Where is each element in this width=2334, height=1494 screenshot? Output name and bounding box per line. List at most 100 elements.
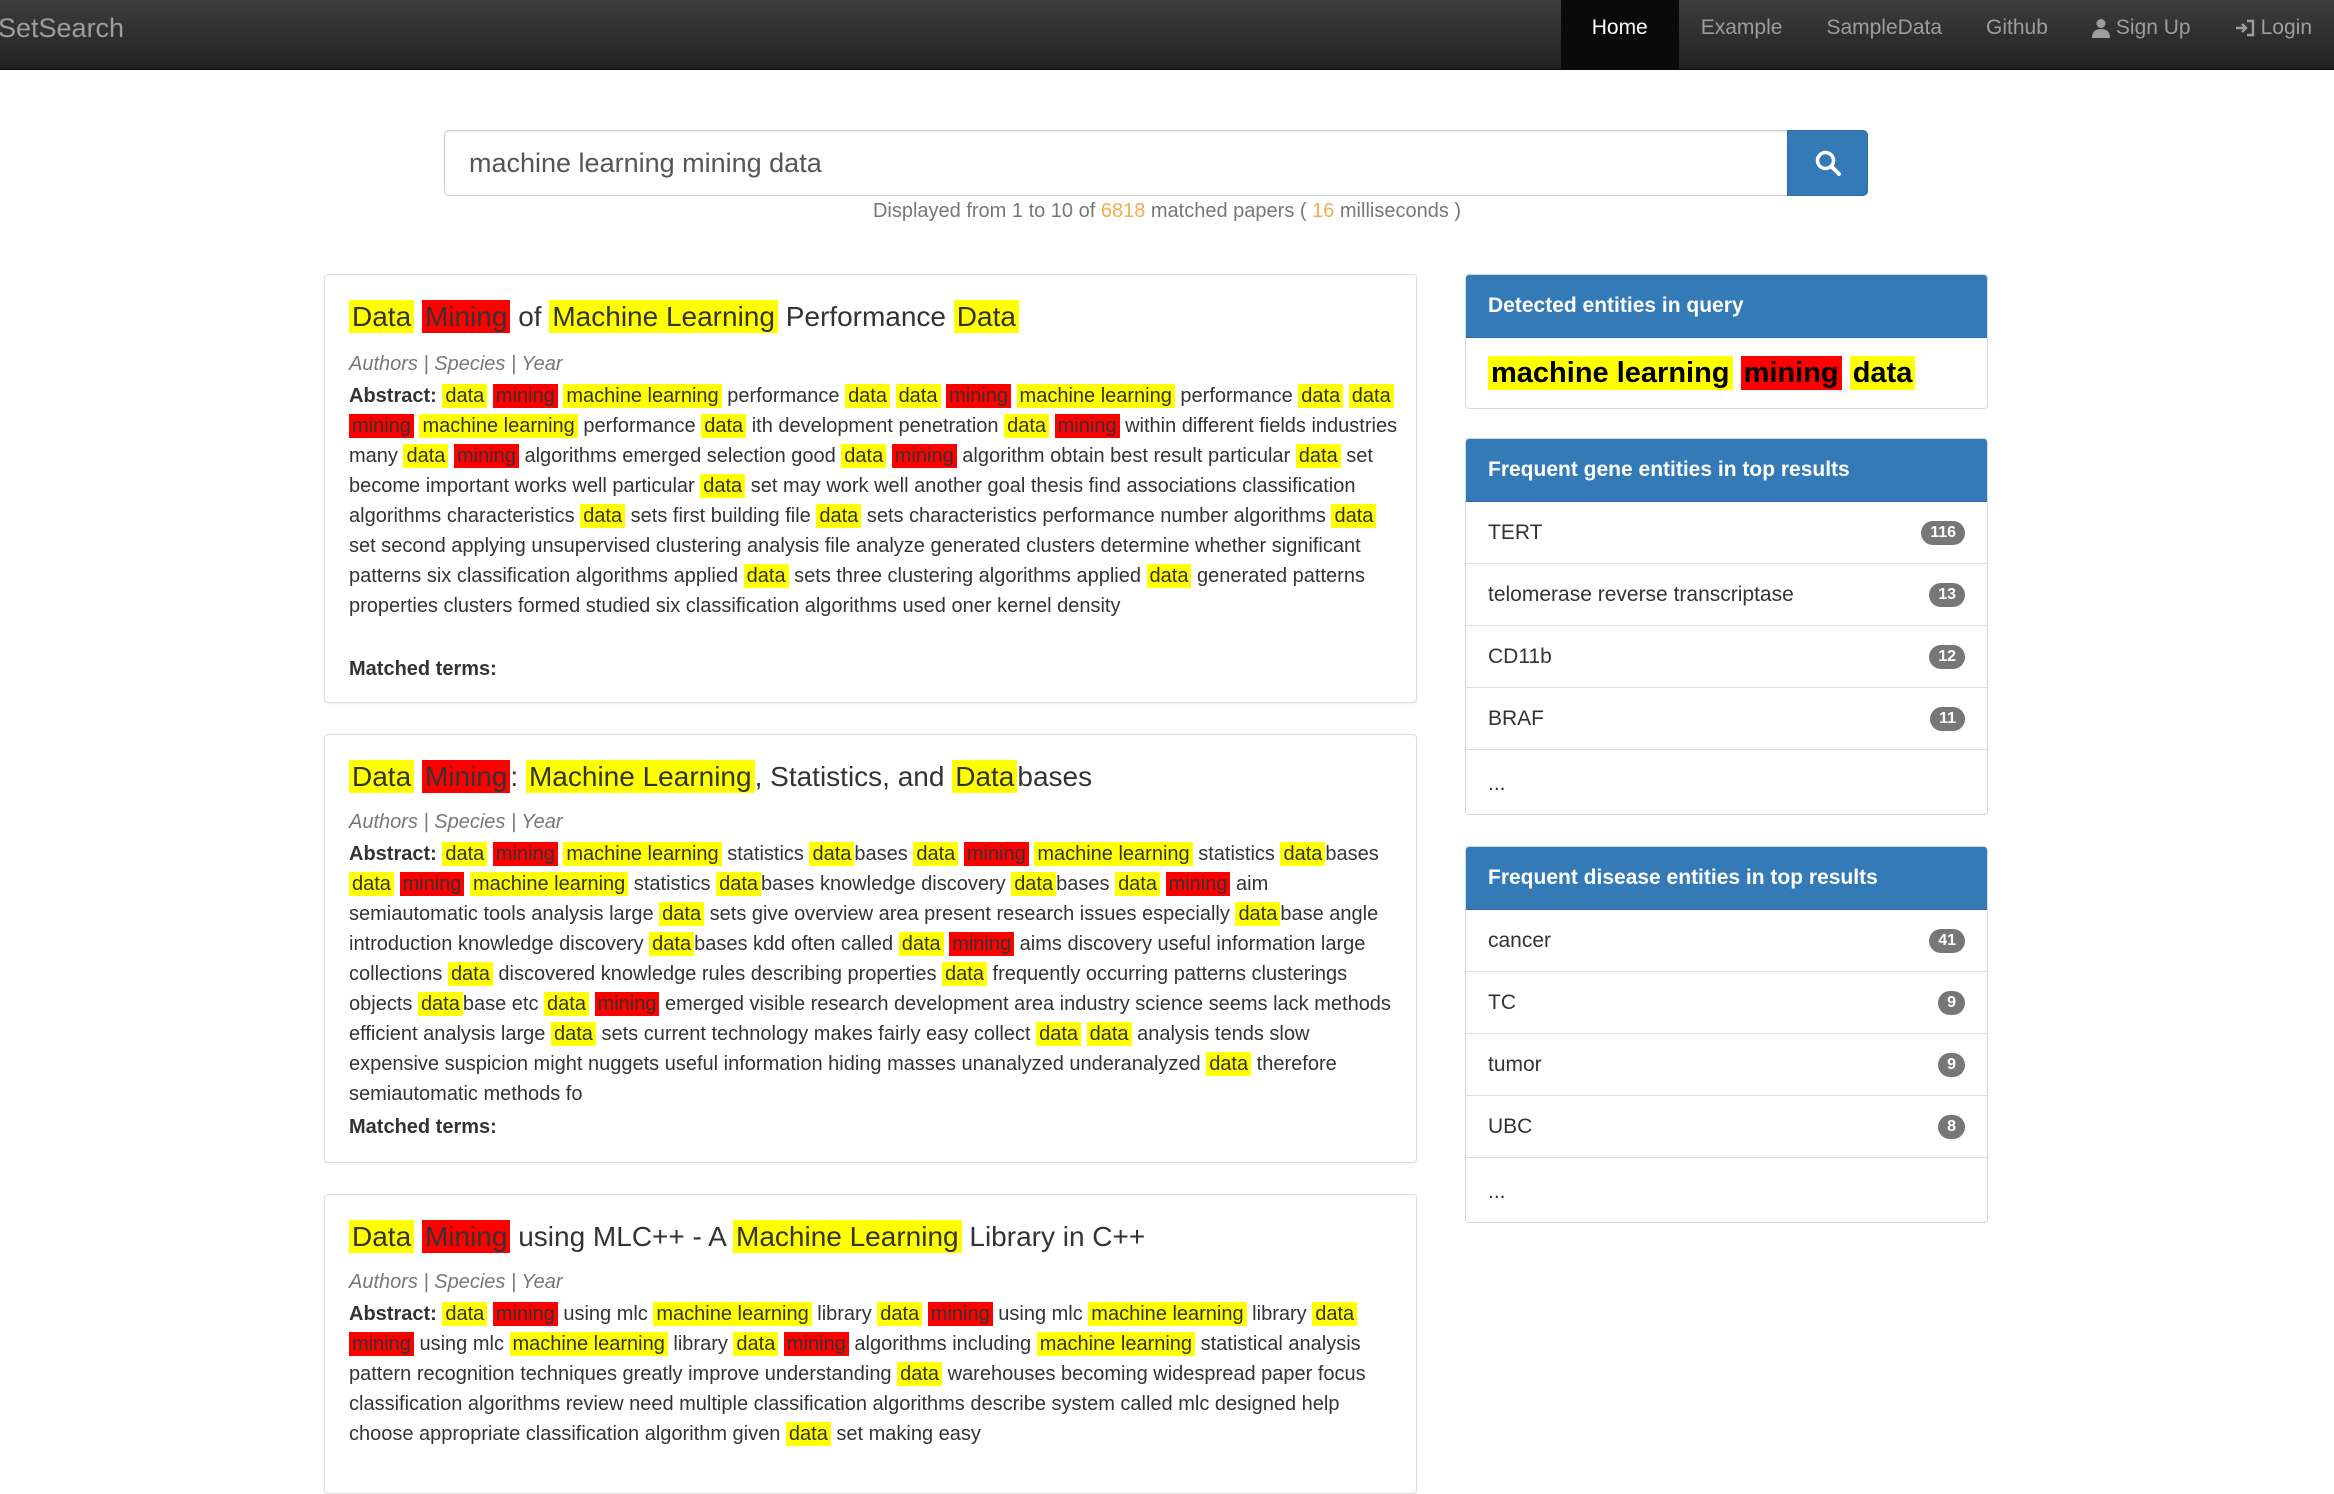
nav-signup[interactable]: Sign Up — [2070, 0, 2213, 69]
highlight-term: mining — [492, 842, 558, 866]
search-time-ms: 16 — [1312, 200, 1335, 222]
disease-item[interactable]: TC 9 — [1466, 972, 1987, 1034]
highlight-term: data — [913, 842, 959, 866]
abstract-label: Abstract: — [349, 843, 437, 865]
highlight-term: Mining — [421, 300, 511, 333]
search-button[interactable] — [1787, 130, 1868, 196]
highlight-term: mining — [891, 444, 957, 468]
search-result-info: Displayed from 1 to 10 of 6818 matched p… — [0, 200, 2334, 223]
highlight-term: mining — [927, 1302, 993, 1326]
highlight-term: mining — [1054, 414, 1120, 438]
info-prefix: Displayed from 1 to 10 of — [872, 200, 1101, 222]
gene-entities-panel: Frequent gene entities in top results TE… — [1465, 438, 1988, 815]
result-meta: Authors | Species | Year — [349, 811, 563, 833]
top-navbar: SetSearch Home Example SampleData Github… — [0, 0, 2334, 70]
disease-label: cancer — [1488, 929, 1552, 952]
highlight-term: data — [942, 962, 987, 986]
panel-heading: Frequent gene entities in top results — [1466, 439, 1987, 502]
highlight-term: mining — [783, 1332, 849, 1356]
nav-sampledata-label: SampleData — [1826, 16, 1943, 39]
highlight-term: data — [716, 872, 762, 896]
highlight-term: data — [1235, 902, 1281, 926]
panel-heading: Detected entities in query — [1466, 275, 1987, 338]
highlight-term: mining — [492, 1302, 558, 1326]
count-badge: 41 — [1929, 929, 1965, 953]
highlight-term: data — [841, 444, 887, 468]
nav-home[interactable]: Home — [1560, 0, 1679, 69]
highlight-term: data — [403, 444, 449, 468]
highlight-term: Machine Learning — [733, 1220, 962, 1253]
abstract-label: Abstract: — [349, 1303, 437, 1325]
gene-label: CD11b — [1488, 645, 1552, 668]
highlight-term: mining — [349, 414, 414, 438]
highlight-term: data — [1348, 384, 1394, 408]
result-title[interactable]: Data Mining of Machine Learning Performa… — [349, 297, 1019, 337]
info-suffix: milliseconds ) — [1334, 200, 1462, 222]
highlight-term: Data — [349, 760, 415, 793]
highlight-term: data — [1206, 1052, 1252, 1076]
abstract-text: data mining machine learning statistics … — [349, 842, 1391, 1105]
highlight-term: mining — [949, 932, 1015, 956]
highlight-term: data — [649, 932, 695, 956]
result-title[interactable]: Data Mining: Machine Learning, Statistic… — [349, 757, 1092, 797]
highlight-term: machine learning — [1088, 1302, 1247, 1326]
highlight-term: data — [550, 1022, 596, 1046]
gene-more-item[interactable]: ... — [1466, 750, 1987, 814]
nav-sampledata[interactable]: SampleData — [1804, 0, 1964, 69]
brand-logo[interactable]: SetSearch — [0, 0, 124, 56]
abstract-text: data mining machine learning performance… — [349, 384, 1398, 617]
highlight-term: mining — [453, 444, 519, 468]
disease-item[interactable]: tumor 9 — [1466, 1034, 1987, 1096]
highlight-term: mining — [946, 384, 1011, 408]
gene-label: BRAF — [1488, 707, 1545, 730]
highlight-term: mining — [1165, 872, 1231, 896]
result-card: Data Mining of Machine Learning Performa… — [324, 274, 1417, 703]
highlight-term: data — [447, 962, 493, 986]
disease-item[interactable]: UBC 8 — [1466, 1096, 1987, 1158]
highlight-term: data — [743, 564, 789, 588]
highlight-term: data — [1312, 1302, 1358, 1326]
highlight-term: Mining — [421, 1220, 511, 1253]
highlight-term: data — [417, 992, 463, 1016]
highlight-term: data — [544, 992, 589, 1016]
highlight-term: data — [1295, 444, 1341, 468]
detected-entities-panel: Detected entities in query machine learn… — [1465, 274, 1988, 409]
login-icon — [2235, 0, 2255, 56]
user-icon — [2091, 0, 2110, 56]
highlight-term: machine learning — [563, 842, 722, 866]
highlight-term: data — [1086, 1022, 1132, 1046]
entity-term: data — [1849, 356, 1916, 390]
highlight-term: data — [898, 932, 944, 956]
gene-label: telomerase reverse transcriptase — [1488, 583, 1794, 606]
result-title[interactable]: Data Mining using MLC++ - A Machine Lear… — [349, 1217, 1145, 1257]
matched-terms: Matched terms: — [349, 1116, 497, 1138]
disease-more-item[interactable]: ... — [1466, 1158, 1987, 1222]
highlight-term: machine learning — [563, 384, 722, 408]
gene-item[interactable]: CD11b 12 — [1466, 626, 1987, 688]
nav-example[interactable]: Example — [1679, 0, 1805, 69]
highlight-term: data — [442, 1302, 488, 1326]
nav-login[interactable]: Login — [2213, 0, 2334, 69]
highlight-term: data — [442, 384, 488, 408]
highlight-term: data — [877, 1302, 923, 1326]
result-abstract: Abstract: data mining machine learning p… — [349, 381, 1399, 621]
highlight-term: mining — [349, 1332, 414, 1356]
gene-item[interactable]: telomerase reverse transcriptase 13 — [1466, 564, 1987, 626]
disease-entities-panel: Frequent disease entities in top results… — [1465, 846, 1988, 1223]
info-mid: matched papers ( — [1145, 200, 1313, 222]
abstract-text: data mining using mlc machine learning l… — [349, 1302, 1366, 1446]
gene-item[interactable]: TERT 116 — [1466, 502, 1987, 564]
highlight-term: data — [1115, 872, 1160, 896]
nav-github[interactable]: Github — [1964, 0, 2070, 69]
highlight-term: data — [659, 902, 705, 926]
search-input[interactable] — [444, 130, 1787, 196]
nav-login-label: Login — [2260, 16, 2312, 39]
more-label: ... — [1488, 772, 1506, 795]
highlight-term: data — [442, 842, 488, 866]
result-card: Data Mining using MLC++ - A Machine Lear… — [324, 1194, 1417, 1494]
highlight-term: data — [1331, 504, 1377, 528]
disease-item[interactable]: cancer 41 — [1466, 910, 1987, 972]
highlight-term: Data — [349, 300, 415, 333]
count-badge: 13 — [1929, 583, 1965, 607]
gene-item[interactable]: BRAF 11 — [1466, 688, 1987, 750]
